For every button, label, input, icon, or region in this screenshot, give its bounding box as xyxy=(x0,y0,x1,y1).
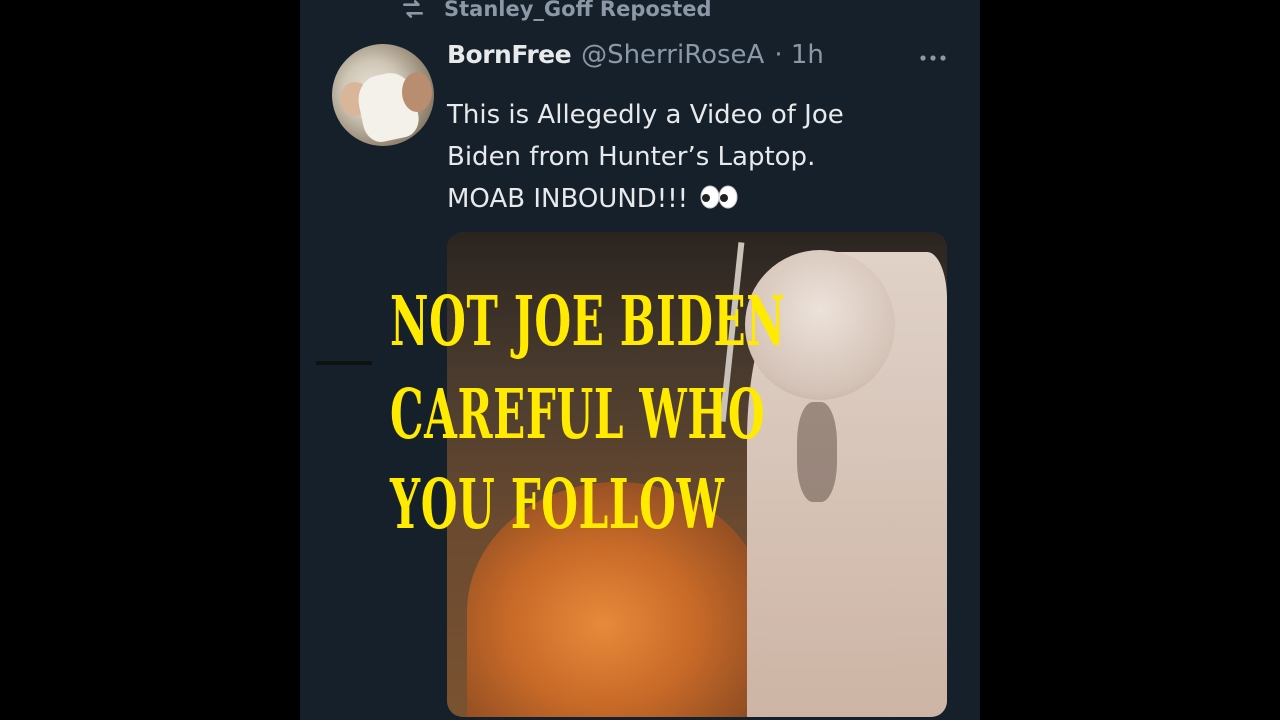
tweet-body: This is Allegedly a Video of Joe Biden f… xyxy=(447,94,947,220)
tweet-text-line: Biden from Hunter’s Laptop. xyxy=(447,142,816,172)
repost-icon xyxy=(403,0,423,18)
avatar-face-adult xyxy=(402,72,432,112)
timestamp[interactable]: · 1h xyxy=(774,40,824,70)
overlay-line: CAREFUL WHO xyxy=(390,375,766,455)
media-shadow xyxy=(797,402,837,502)
repost-indicator: Stanley_Goff Reposted xyxy=(400,0,712,24)
tweet-text-line: This is Allegedly a Video of Joe xyxy=(447,100,844,130)
more-horizontal-icon[interactable] xyxy=(918,48,948,68)
eyes-emoji-icon xyxy=(700,185,738,209)
avatar[interactable] xyxy=(332,44,434,146)
display-name[interactable]: BornFree xyxy=(447,40,572,69)
tweet-header: BornFree @SherriRoseA · 1h xyxy=(447,40,824,80)
overlay-line: NOT JOE BIDEN xyxy=(390,282,786,362)
overlay-line: YOU FOLLOW xyxy=(390,465,725,545)
repost-label[interactable]: Stanley_Goff Reposted xyxy=(444,0,712,21)
tweet-text-segment: MOAB INBOUND!!! xyxy=(447,184,689,214)
tweet-text-line: MOAB INBOUND!!! xyxy=(447,178,947,220)
video-frame: Stanley_Goff Reposted BornFree @SherriRo… xyxy=(0,0,1280,720)
user-handle[interactable]: @SherriRoseA xyxy=(581,40,764,70)
overlay-dash xyxy=(316,361,372,365)
